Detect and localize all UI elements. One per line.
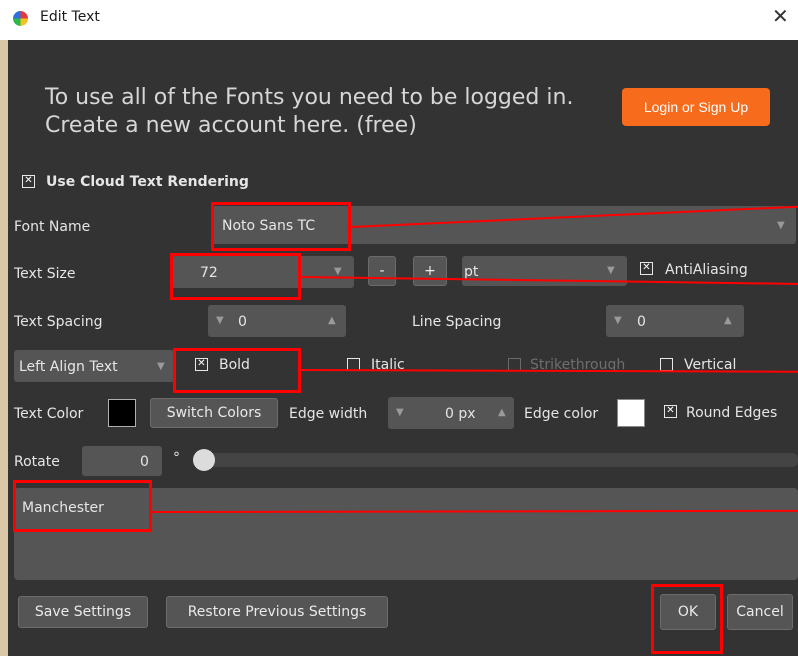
title-bar — [0, 0, 798, 40]
banner-line-1: To use all of the Fonts you need to be l… — [45, 85, 574, 110]
close-icon[interactable]: ✕ — [772, 6, 789, 26]
spin-down-icon[interactable]: ▼ — [216, 315, 224, 326]
spin-down-icon[interactable]: ▼ — [396, 407, 404, 418]
window-title: Edit Text — [40, 9, 100, 25]
annotation-box-text-content — [13, 480, 152, 532]
annotation-box-font-name — [211, 202, 351, 251]
edge-color-swatch[interactable] — [617, 399, 645, 427]
annotation-box-ok — [651, 584, 723, 654]
vertical-checkbox[interactable] — [660, 358, 673, 371]
rotate-slider-track[interactable] — [193, 453, 798, 467]
round-edges-label: Round Edges — [686, 405, 778, 421]
antialiasing-label: AntiAliasing — [665, 262, 748, 278]
text-size-label: Text Size — [14, 266, 76, 282]
banner-line-2: Create a new account here. (free) — [45, 113, 417, 138]
rotate-input[interactable] — [82, 446, 162, 476]
chevron-down-icon: ▼ — [157, 361, 165, 372]
text-spacing-spinner[interactable] — [208, 305, 346, 337]
switch-colors-button[interactable]: Switch Colors — [150, 398, 278, 428]
annotation-box-text-size — [170, 253, 301, 300]
edge-color-label: Edge color — [524, 406, 599, 422]
spin-up-icon[interactable]: ▲ — [724, 315, 732, 326]
increase-size-button[interactable]: + — [413, 256, 447, 286]
cloud-rendering-checkbox[interactable]: ✕ — [22, 175, 35, 188]
decrease-size-button[interactable]: - — [368, 256, 396, 286]
spin-down-icon[interactable]: ▼ — [614, 315, 622, 326]
chevron-down-icon: ▼ — [607, 265, 615, 276]
edge-width-value: 0 px — [445, 406, 476, 422]
font-name-label: Font Name — [14, 219, 91, 235]
spin-up-icon[interactable]: ▲ — [498, 407, 506, 418]
annotation-box-bold — [173, 348, 301, 393]
restore-settings-button[interactable]: Restore Previous Settings — [166, 596, 388, 628]
login-signup-button[interactable]: Login or Sign Up — [622, 88, 770, 126]
alignment-value: Left Align Text — [19, 359, 118, 375]
line-spacing-value: 0 — [637, 314, 646, 330]
edge-width-label: Edge width — [289, 406, 368, 422]
rotate-value: 0 — [140, 454, 149, 470]
rotate-slider-handle[interactable] — [193, 449, 215, 471]
cloud-rendering-label: Use Cloud Text Rendering — [46, 174, 249, 190]
line-spacing-label: Line Spacing — [412, 314, 502, 330]
app-logo-icon — [13, 11, 28, 26]
text-spacing-value: 0 — [238, 314, 247, 330]
rotate-label: Rotate — [14, 454, 60, 470]
save-settings-button[interactable]: Save Settings — [18, 596, 148, 628]
chevron-down-icon: ▼ — [777, 220, 785, 231]
text-spacing-label: Text Spacing — [14, 314, 103, 330]
round-edges-checkbox[interactable]: ✕ — [664, 405, 677, 418]
spin-up-icon[interactable]: ▲ — [328, 315, 336, 326]
cancel-button[interactable]: Cancel — [727, 594, 793, 630]
login-banner: To use all of the Fonts you need to be l… — [45, 84, 573, 140]
text-color-label: Text Color — [14, 406, 84, 422]
antialiasing-checkbox[interactable]: ✕ — [640, 262, 653, 275]
text-color-swatch[interactable] — [108, 399, 136, 427]
chevron-down-icon: ▼ — [334, 266, 342, 277]
degree-symbol: ° — [173, 450, 180, 466]
